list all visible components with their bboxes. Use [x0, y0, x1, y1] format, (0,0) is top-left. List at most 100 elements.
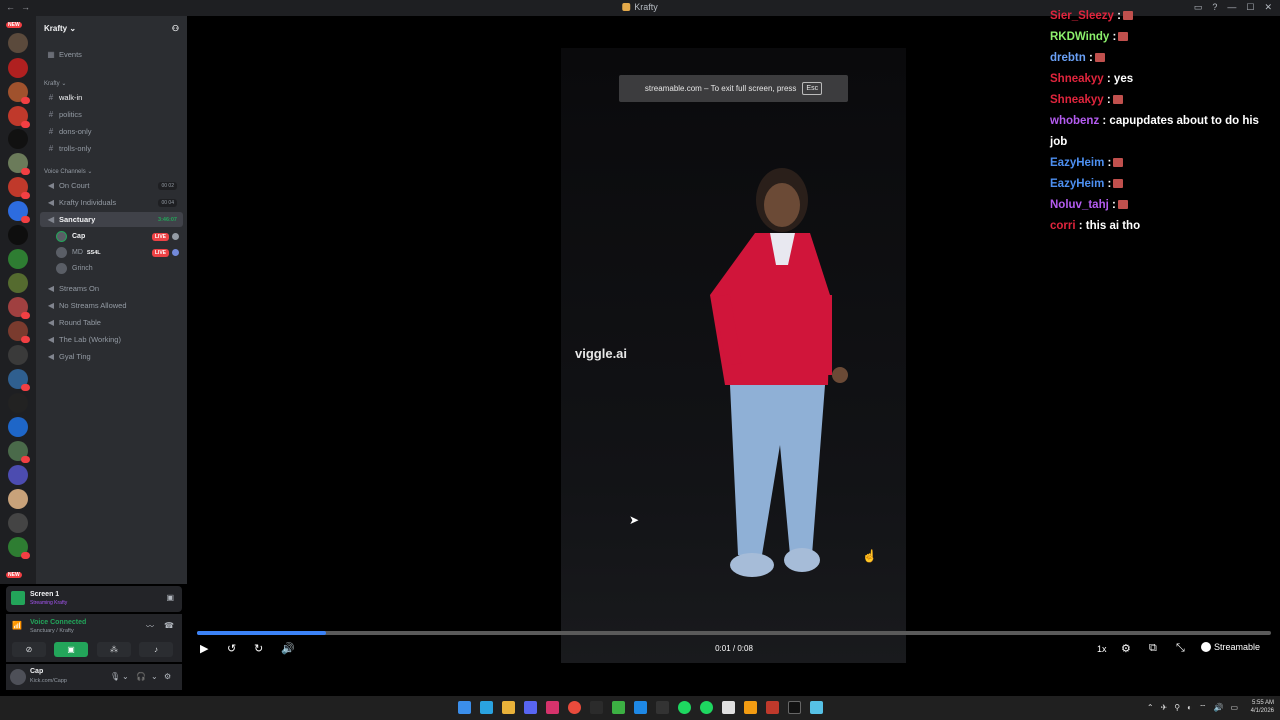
start-icon[interactable]	[458, 701, 471, 714]
channel-trolls-only[interactable]: # trolls-only	[40, 141, 183, 156]
forward-icon[interactable]: ↻	[254, 642, 263, 655]
x-app-icon[interactable]	[788, 701, 801, 714]
play-icon[interactable]: ▶	[200, 642, 208, 655]
channel-walk-in[interactable]: # walk-in	[40, 90, 183, 105]
chat-username[interactable]: Sier_Sleezy	[1050, 10, 1114, 22]
soundboard-button[interactable]: ♪	[139, 642, 173, 657]
guild-header[interactable]: Krafty ⌄ ⚇	[36, 16, 187, 40]
exit-fullscreen-icon[interactable]: ⤡	[1176, 642, 1185, 655]
server-icon[interactable]	[8, 297, 30, 319]
server-icon[interactable]	[8, 393, 28, 413]
voice-channel-on-court[interactable]: ◀ On Court 00 02	[40, 178, 183, 193]
channel-dons-only[interactable]: # dons-only	[40, 124, 183, 139]
voice-channel-gyal-ting[interactable]: ◀ Gyal Ting	[40, 349, 183, 364]
voice-member[interactable]: MD SS4L LIVE	[56, 245, 183, 260]
voice-channel-sanctuary[interactable]: ◀ Sanctuary 3:46:07	[40, 212, 183, 227]
file-explorer-icon[interactable]	[502, 701, 515, 714]
speed-button[interactable]: 1x	[1097, 644, 1107, 654]
progress-bar[interactable]	[197, 631, 1271, 635]
server-icon[interactable]	[8, 441, 30, 463]
taskbar-app-icon[interactable]	[722, 701, 735, 714]
voice-channel-krafty-individuals[interactable]: ◀ Krafty Individuals 00 04	[40, 195, 183, 210]
forward-arrow-icon[interactable]: →	[21, 2, 30, 12]
voice-channel-streams-on[interactable]: ◀ Streams On	[40, 281, 183, 296]
stop-stream-icon[interactable]: ▣	[166, 593, 174, 602]
server-icon[interactable]	[8, 33, 28, 53]
volume-icon[interactable]: 🔊	[281, 642, 295, 655]
chat-username[interactable]: EazyHeim	[1050, 178, 1104, 190]
streamable-brand[interactable]: Streamable	[1201, 642, 1260, 652]
server-icon[interactable]	[8, 537, 30, 559]
avatar[interactable]	[10, 669, 26, 685]
headphones-icon[interactable]: 🎧	[136, 672, 146, 681]
battery-icon[interactable]: ▭	[1230, 703, 1238, 713]
taskbar-app-icon[interactable]	[634, 701, 647, 714]
server-icon[interactable]	[8, 225, 28, 245]
voice-status[interactable]: Voice Connected	[30, 619, 86, 626]
category-label[interactable]: Krafty ⌄	[44, 80, 66, 87]
taskbar-app-icon[interactable]	[590, 701, 603, 714]
mic-icon[interactable]: 🎙	[110, 672, 120, 681]
taskbar-app-icon[interactable]	[810, 701, 823, 714]
disconnect-icon[interactable]: ☎	[164, 621, 174, 630]
server-icon[interactable]	[8, 82, 30, 104]
taskbar-app-icon[interactable]	[546, 701, 559, 714]
channel-politics[interactable]: # politics	[40, 107, 183, 122]
tray-icon[interactable]: ◐	[1187, 703, 1192, 713]
server-icon[interactable]	[8, 249, 28, 269]
chat-username[interactable]: drebtn	[1050, 52, 1086, 64]
activities-button[interactable]: ⁂	[97, 642, 131, 657]
server-icon[interactable]	[8, 369, 30, 391]
chrome-icon[interactable]	[568, 701, 581, 714]
camera-button[interactable]: ⊘	[12, 642, 46, 657]
server-icon[interactable]	[8, 345, 28, 365]
server-icon[interactable]	[8, 58, 28, 78]
tray-icon[interactable]: ✈	[1161, 703, 1168, 713]
server-icon[interactable]	[8, 201, 30, 223]
server-icon[interactable]	[8, 465, 28, 485]
server-icon[interactable]	[8, 106, 30, 128]
spotify-icon[interactable]	[700, 701, 713, 714]
chat-username[interactable]: Shneakyy	[1050, 94, 1104, 106]
chat-username[interactable]: corri	[1050, 220, 1076, 232]
taskbar-app-icon[interactable]	[766, 701, 779, 714]
server-icon[interactable]	[8, 417, 28, 437]
server-icon[interactable]	[8, 273, 28, 293]
chat-username[interactable]: RKDWindy	[1050, 31, 1109, 43]
screen-share-panel[interactable]: Screen 1 Streaming Krafty ▣	[6, 586, 182, 612]
tray-icon[interactable]: ⚲	[1174, 703, 1180, 713]
chevron-down-icon[interactable]: ⌄	[122, 672, 129, 681]
chat-username[interactable]: Noluv_tahj	[1050, 199, 1109, 211]
back-arrow-icon[interactable]: ←	[6, 2, 15, 12]
voice-location[interactable]: Sanctuary / Krafty	[30, 628, 74, 634]
noise-suppression-icon[interactable]: 〰	[146, 621, 154, 632]
voice-channel-the-lab[interactable]: ◀ The Lab (Working)	[40, 332, 183, 347]
voice-category-label[interactable]: Voice Channels ⌄	[44, 168, 92, 175]
settings-gear-icon[interactable]: ⚙	[1121, 642, 1131, 655]
picture-in-picture-icon[interactable]: ⧉	[1149, 642, 1157, 655]
chat-username[interactable]: EazyHeim	[1050, 157, 1104, 169]
channel-events[interactable]: ▦ Events	[40, 47, 183, 62]
server-icon[interactable]	[8, 513, 28, 533]
volume-icon[interactable]: 🔊	[1213, 703, 1223, 713]
rewind-icon[interactable]: ↺	[227, 642, 236, 655]
voice-member[interactable]: Grinch	[56, 261, 183, 276]
discord-icon[interactable]	[524, 701, 537, 714]
taskbar-app-icon[interactable]	[612, 701, 625, 714]
taskbar-app-icon[interactable]	[656, 701, 669, 714]
add-member-icon[interactable]: ⚇	[172, 24, 179, 33]
clock[interactable]: 5:55 AM 4/1/2026	[1251, 699, 1274, 715]
chevron-down-icon[interactable]: ⌄	[151, 672, 158, 681]
server-icon[interactable]	[8, 153, 30, 175]
share-screen-button[interactable]: ▣	[54, 642, 88, 657]
server-icon[interactable]	[8, 177, 30, 199]
voice-channel-round-table[interactable]: ◀ Round Table	[40, 315, 183, 330]
server-icon[interactable]	[8, 321, 30, 343]
taskbar-app-icon[interactable]	[744, 701, 757, 714]
taskbar-app-icon[interactable]	[480, 701, 493, 714]
taskbar-app-icon[interactable]	[678, 701, 691, 714]
server-icon[interactable]	[8, 129, 28, 149]
chat-username[interactable]: Shneakyy	[1050, 73, 1104, 85]
wifi-icon[interactable]: ⌔	[1199, 703, 1207, 713]
chat-username[interactable]: whobenz	[1050, 115, 1099, 127]
